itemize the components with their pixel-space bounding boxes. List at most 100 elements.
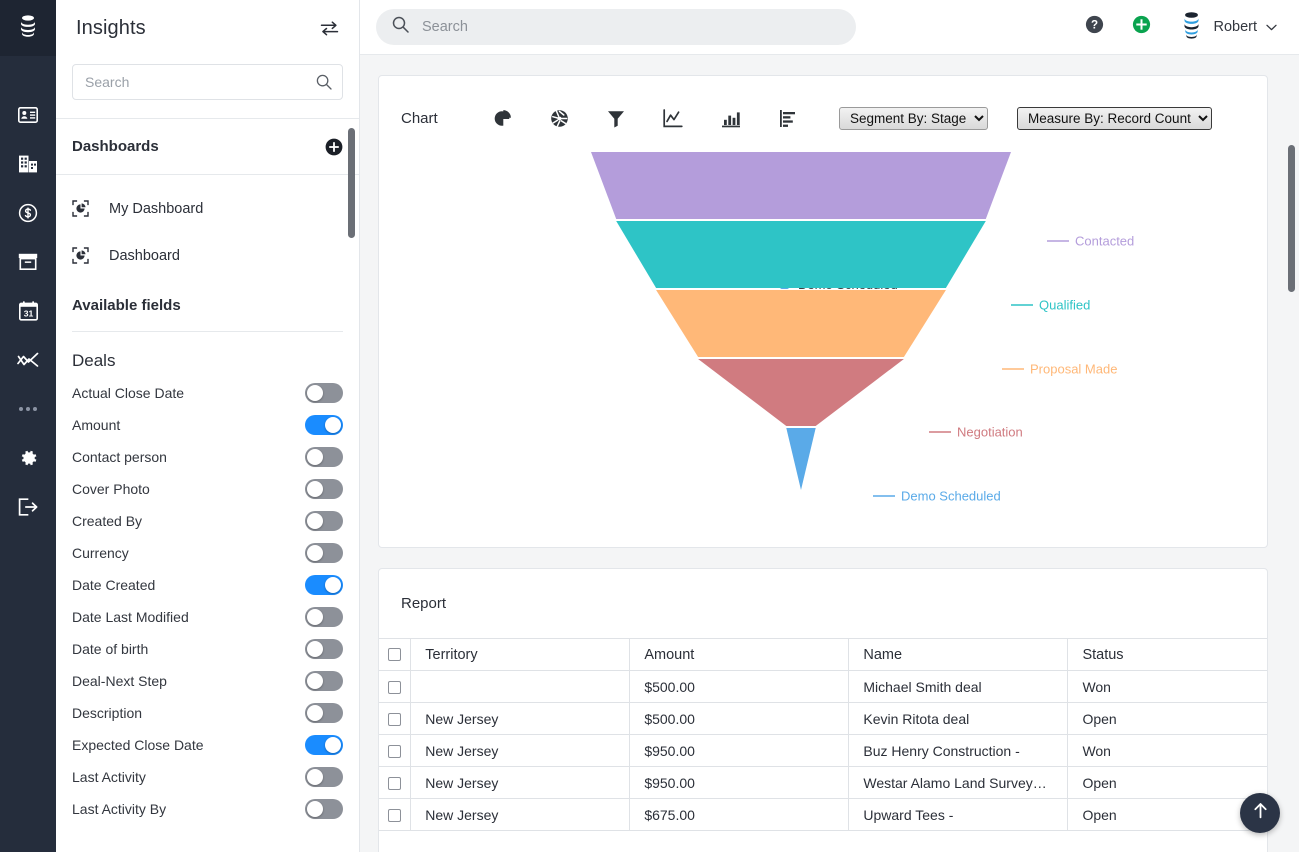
column-header[interactable]: Name (848, 638, 1069, 671)
top-bar: ? (360, 0, 1299, 55)
rail-item-more[interactable] (0, 384, 56, 433)
toggle-knob (307, 769, 323, 785)
select-all-cell (379, 638, 412, 671)
field-toggle[interactable] (305, 511, 343, 531)
field-label: Last Activity By (72, 801, 167, 817)
sidebar-item-my-dashboard[interactable]: My Dashboard (56, 185, 359, 232)
field-toggle[interactable] (305, 767, 343, 787)
funnel-segment[interactable] (656, 290, 946, 357)
field-toggle[interactable] (305, 575, 343, 595)
sidebar-item-label: My Dashboard (109, 200, 204, 217)
table-row[interactable]: New Jersey$500.00Kevin Ritota dealOpen03… (379, 702, 1267, 735)
user-menu[interactable]: Robert (1179, 11, 1277, 44)
more-ellipsis-icon (19, 406, 23, 411)
field-label: Actual Close Date (72, 385, 185, 401)
column-header[interactable]: Territory (410, 638, 631, 671)
table-row[interactable]: New Jersey $950.00 Buz Henry Construction … (379, 734, 1267, 767)
rail-item-calendar[interactable]: 31 (0, 286, 56, 335)
toggle-knob (307, 609, 323, 625)
rail-item-analytics[interactable] (0, 335, 56, 384)
row-checkbox[interactable] (388, 809, 402, 823)
funnel-segment[interactable] (616, 221, 986, 288)
select-all-checkbox[interactable] (388, 648, 402, 662)
sidebar-scrollbar-thumb[interactable] (348, 128, 355, 238)
rail-item-archive[interactable] (0, 237, 56, 286)
funnel-segment-label: Negotiation (957, 425, 1023, 440)
field-row: Description (56, 697, 359, 729)
scroll-to-top-button[interactable] (1240, 793, 1280, 833)
toggle-knob (307, 545, 323, 561)
field-label: Date Last Modified (72, 609, 189, 625)
rail-item-deals[interactable] (0, 188, 56, 237)
field-toggle[interactable] (305, 383, 343, 403)
row-checkbox[interactable] (388, 713, 402, 727)
field-toggle[interactable] (305, 799, 343, 819)
rail-item-companies[interactable] (0, 139, 56, 188)
donut-aperture-icon[interactable] (550, 109, 569, 128)
main-scrollbar-thumb[interactable] (1288, 145, 1295, 292)
line-chart-icon[interactable] (663, 108, 683, 128)
field-toggle[interactable] (305, 415, 343, 435)
field-toggle[interactable] (305, 671, 343, 691)
table-row[interactable]: New Jersey $950.00 Westar Alamo Land Surve… (379, 766, 1267, 799)
row-checkbox[interactable] (388, 777, 402, 791)
rail-item-settings[interactable] (0, 433, 56, 482)
chart-panel: Chart Segment By: Stage Measure By: Reco… (378, 75, 1268, 548)
row-select-cell (379, 670, 412, 703)
table-cell-status: Won (1067, 734, 1267, 767)
funnel-segment-label: Proposal Made (1030, 362, 1117, 377)
add-button[interactable] (1132, 15, 1151, 39)
pie-chart-icon[interactable] (493, 109, 512, 128)
row-select-cell (379, 702, 412, 735)
field-toggle[interactable] (305, 703, 343, 723)
top-bar-actions: ? Robert (1085, 11, 1277, 44)
table-row[interactable]: New Jersey$675.00Upward Tees -Open02/2 (379, 798, 1267, 831)
global-search[interactable] (376, 9, 856, 45)
rail-item-logout[interactable] (0, 482, 56, 531)
field-toggle[interactable] (305, 607, 343, 627)
funnel-chart-icon[interactable] (607, 109, 625, 128)
sidebar-item-dashboard[interactable]: Dashboard (56, 232, 359, 279)
funnel-segment[interactable] (698, 359, 904, 426)
field-label: Created By (72, 513, 143, 529)
sidebar-search-wrapper (56, 56, 359, 118)
segment-by-select[interactable]: Segment By: Stage (839, 106, 988, 130)
funnel-segment[interactable] (591, 152, 1011, 219)
rail-item-contacts[interactable] (0, 90, 56, 139)
field-toggle[interactable] (305, 447, 343, 467)
global-search-input[interactable] (420, 18, 840, 36)
sidebar-search[interactable] (72, 64, 343, 100)
field-row: Date of birth (56, 633, 359, 665)
field-toggle[interactable] (305, 543, 343, 563)
help-button[interactable]: ? (1085, 15, 1104, 39)
field-toggle[interactable] (305, 639, 343, 659)
app-logo[interactable] (0, 0, 56, 56)
row-checkbox[interactable] (388, 681, 402, 695)
table-cell-amount: $950.00 (629, 766, 850, 799)
company-building-icon (18, 155, 38, 173)
dashboards-label: Dashboards (72, 138, 159, 155)
bar-chart-icon[interactable] (721, 109, 741, 128)
sidebar-search-input[interactable] (83, 66, 316, 98)
field-label: Currency (72, 545, 129, 561)
table-row[interactable]: $500.00Michael Smith dealWon04/30/ (379, 670, 1267, 703)
field-row: Cover Photo (56, 473, 359, 505)
field-toggle[interactable] (305, 735, 343, 755)
row-checkbox[interactable] (388, 745, 402, 759)
column-header[interactable]: Status (1067, 638, 1267, 671)
funnel-segment[interactable] (786, 428, 816, 490)
svg-text:?: ? (1091, 19, 1098, 32)
svg-text:31: 31 (23, 308, 33, 318)
available-fields-list: Actual Close Date Amount Contact person Cov… (56, 377, 359, 825)
table-cell-status: Won (1067, 670, 1267, 703)
more-ellipsis-icon (26, 406, 30, 411)
add-circle-icon[interactable] (325, 138, 343, 156)
toggle-knob (325, 417, 341, 433)
column-header[interactable]: Amount (629, 638, 850, 671)
swap-arrows-icon[interactable] (320, 20, 339, 36)
funnel-segment-label: Qualified (1039, 298, 1090, 313)
field-row: Amount (56, 409, 359, 441)
horizontal-bar-chart-icon[interactable] (779, 109, 797, 128)
field-toggle[interactable] (305, 479, 343, 499)
measure-by-select[interactable]: Measure By: Record Count (1017, 106, 1212, 130)
